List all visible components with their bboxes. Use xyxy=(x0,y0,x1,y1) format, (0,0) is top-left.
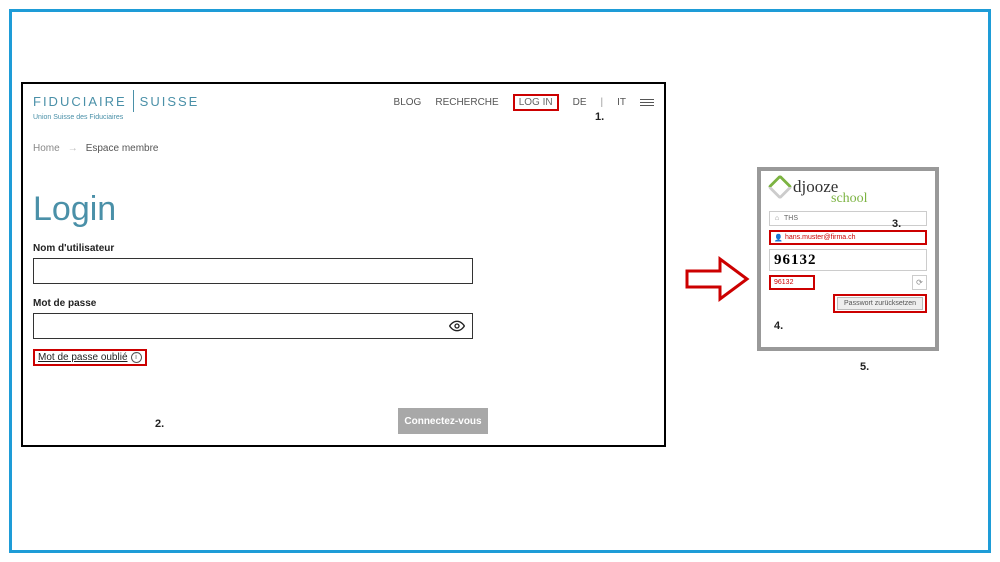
callout-4: 4. xyxy=(774,320,783,332)
lang-separator: | xyxy=(601,97,604,108)
site-logo[interactable]: FIDUCIAIRE SUISSE Union Suisse des Fiduc… xyxy=(33,90,199,121)
username-field-block: Nom d'utilisateur xyxy=(23,229,664,284)
nav-search[interactable]: RECHERCHE xyxy=(435,97,498,108)
refresh-icon: ⟳ xyxy=(916,278,923,287)
djooze-reset-dialog: djooze school ⌂ THS 👤 hans.muster@firma.… xyxy=(757,167,939,351)
email-field[interactable]: 👤 hans.muster@firma.ch xyxy=(769,230,927,245)
callout-5: 5. xyxy=(860,361,869,373)
lang-de[interactable]: DE xyxy=(573,97,587,108)
submit-button[interactable]: Connectez-vous xyxy=(398,408,488,434)
org-value: THS xyxy=(784,215,798,222)
nav-login[interactable]: LOG IN xyxy=(519,97,553,108)
password-field-block: Mot de passe xyxy=(23,284,664,339)
callout-2: 2. xyxy=(155,418,164,430)
callout-box-5: Passwort zurücksetzen xyxy=(833,294,927,313)
lang-it[interactable]: IT xyxy=(617,97,626,108)
person-icon: 👤 xyxy=(774,234,782,242)
chevron-right-icon: → xyxy=(68,143,78,154)
nav-blog[interactable]: BLOG xyxy=(394,97,422,108)
breadcrumb-home[interactable]: Home xyxy=(33,143,60,154)
username-label: Nom d'utilisateur xyxy=(33,243,654,254)
callout-box-2: Mot de passe oublié i xyxy=(33,349,147,366)
top-nav: BLOG RECHERCHE LOG IN DE | IT xyxy=(394,90,654,111)
forgot-password-link[interactable]: Mot de passe oublié xyxy=(38,352,128,363)
eye-icon[interactable] xyxy=(449,318,465,337)
djooze-subtitle: school xyxy=(831,191,935,207)
org-field[interactable]: ⌂ THS xyxy=(769,211,927,226)
page-title: Login xyxy=(23,154,664,229)
logo-tagline: Union Suisse des Fiduciaires xyxy=(33,114,199,121)
captcha-input[interactable]: 96132 xyxy=(769,275,815,290)
reset-row: Passwort zurücksetzen xyxy=(769,294,927,313)
password-input[interactable] xyxy=(33,313,473,339)
djooze-icon xyxy=(771,178,789,196)
arrow-right-icon xyxy=(685,254,750,309)
reset-password-button[interactable]: Passwort zurücksetzen xyxy=(837,297,923,310)
callout-1: 1. xyxy=(595,111,604,123)
captcha-row: 96132 ⟳ xyxy=(769,275,927,290)
callout-3: 3. xyxy=(892,218,901,230)
logo-left: FIDUCIAIRE xyxy=(33,94,127,109)
hamburger-icon[interactable] xyxy=(640,99,654,106)
captcha-image: 96132 xyxy=(769,249,927,271)
home-icon: ⌂ xyxy=(773,215,781,222)
email-value: hans.muster@firma.ch xyxy=(785,234,856,241)
site-header: FIDUCIAIRE SUISSE Union Suisse des Fiduc… xyxy=(23,84,664,121)
logo-right: SUISSE xyxy=(140,94,200,109)
info-icon[interactable]: i xyxy=(131,352,142,363)
fiduciaire-login-page: FIDUCIAIRE SUISSE Union Suisse des Fiduc… xyxy=(21,82,666,447)
breadcrumb: Home → Espace membre xyxy=(23,121,664,154)
forgot-password-row: Mot de passe oublié i xyxy=(23,339,664,366)
breadcrumb-current: Espace membre xyxy=(86,143,159,154)
username-input[interactable] xyxy=(33,258,473,284)
password-label: Mot de passe xyxy=(33,298,654,309)
refresh-captcha-button[interactable]: ⟳ xyxy=(912,275,927,290)
logo-divider xyxy=(133,90,134,112)
callout-box-1: LOG IN xyxy=(513,94,559,111)
